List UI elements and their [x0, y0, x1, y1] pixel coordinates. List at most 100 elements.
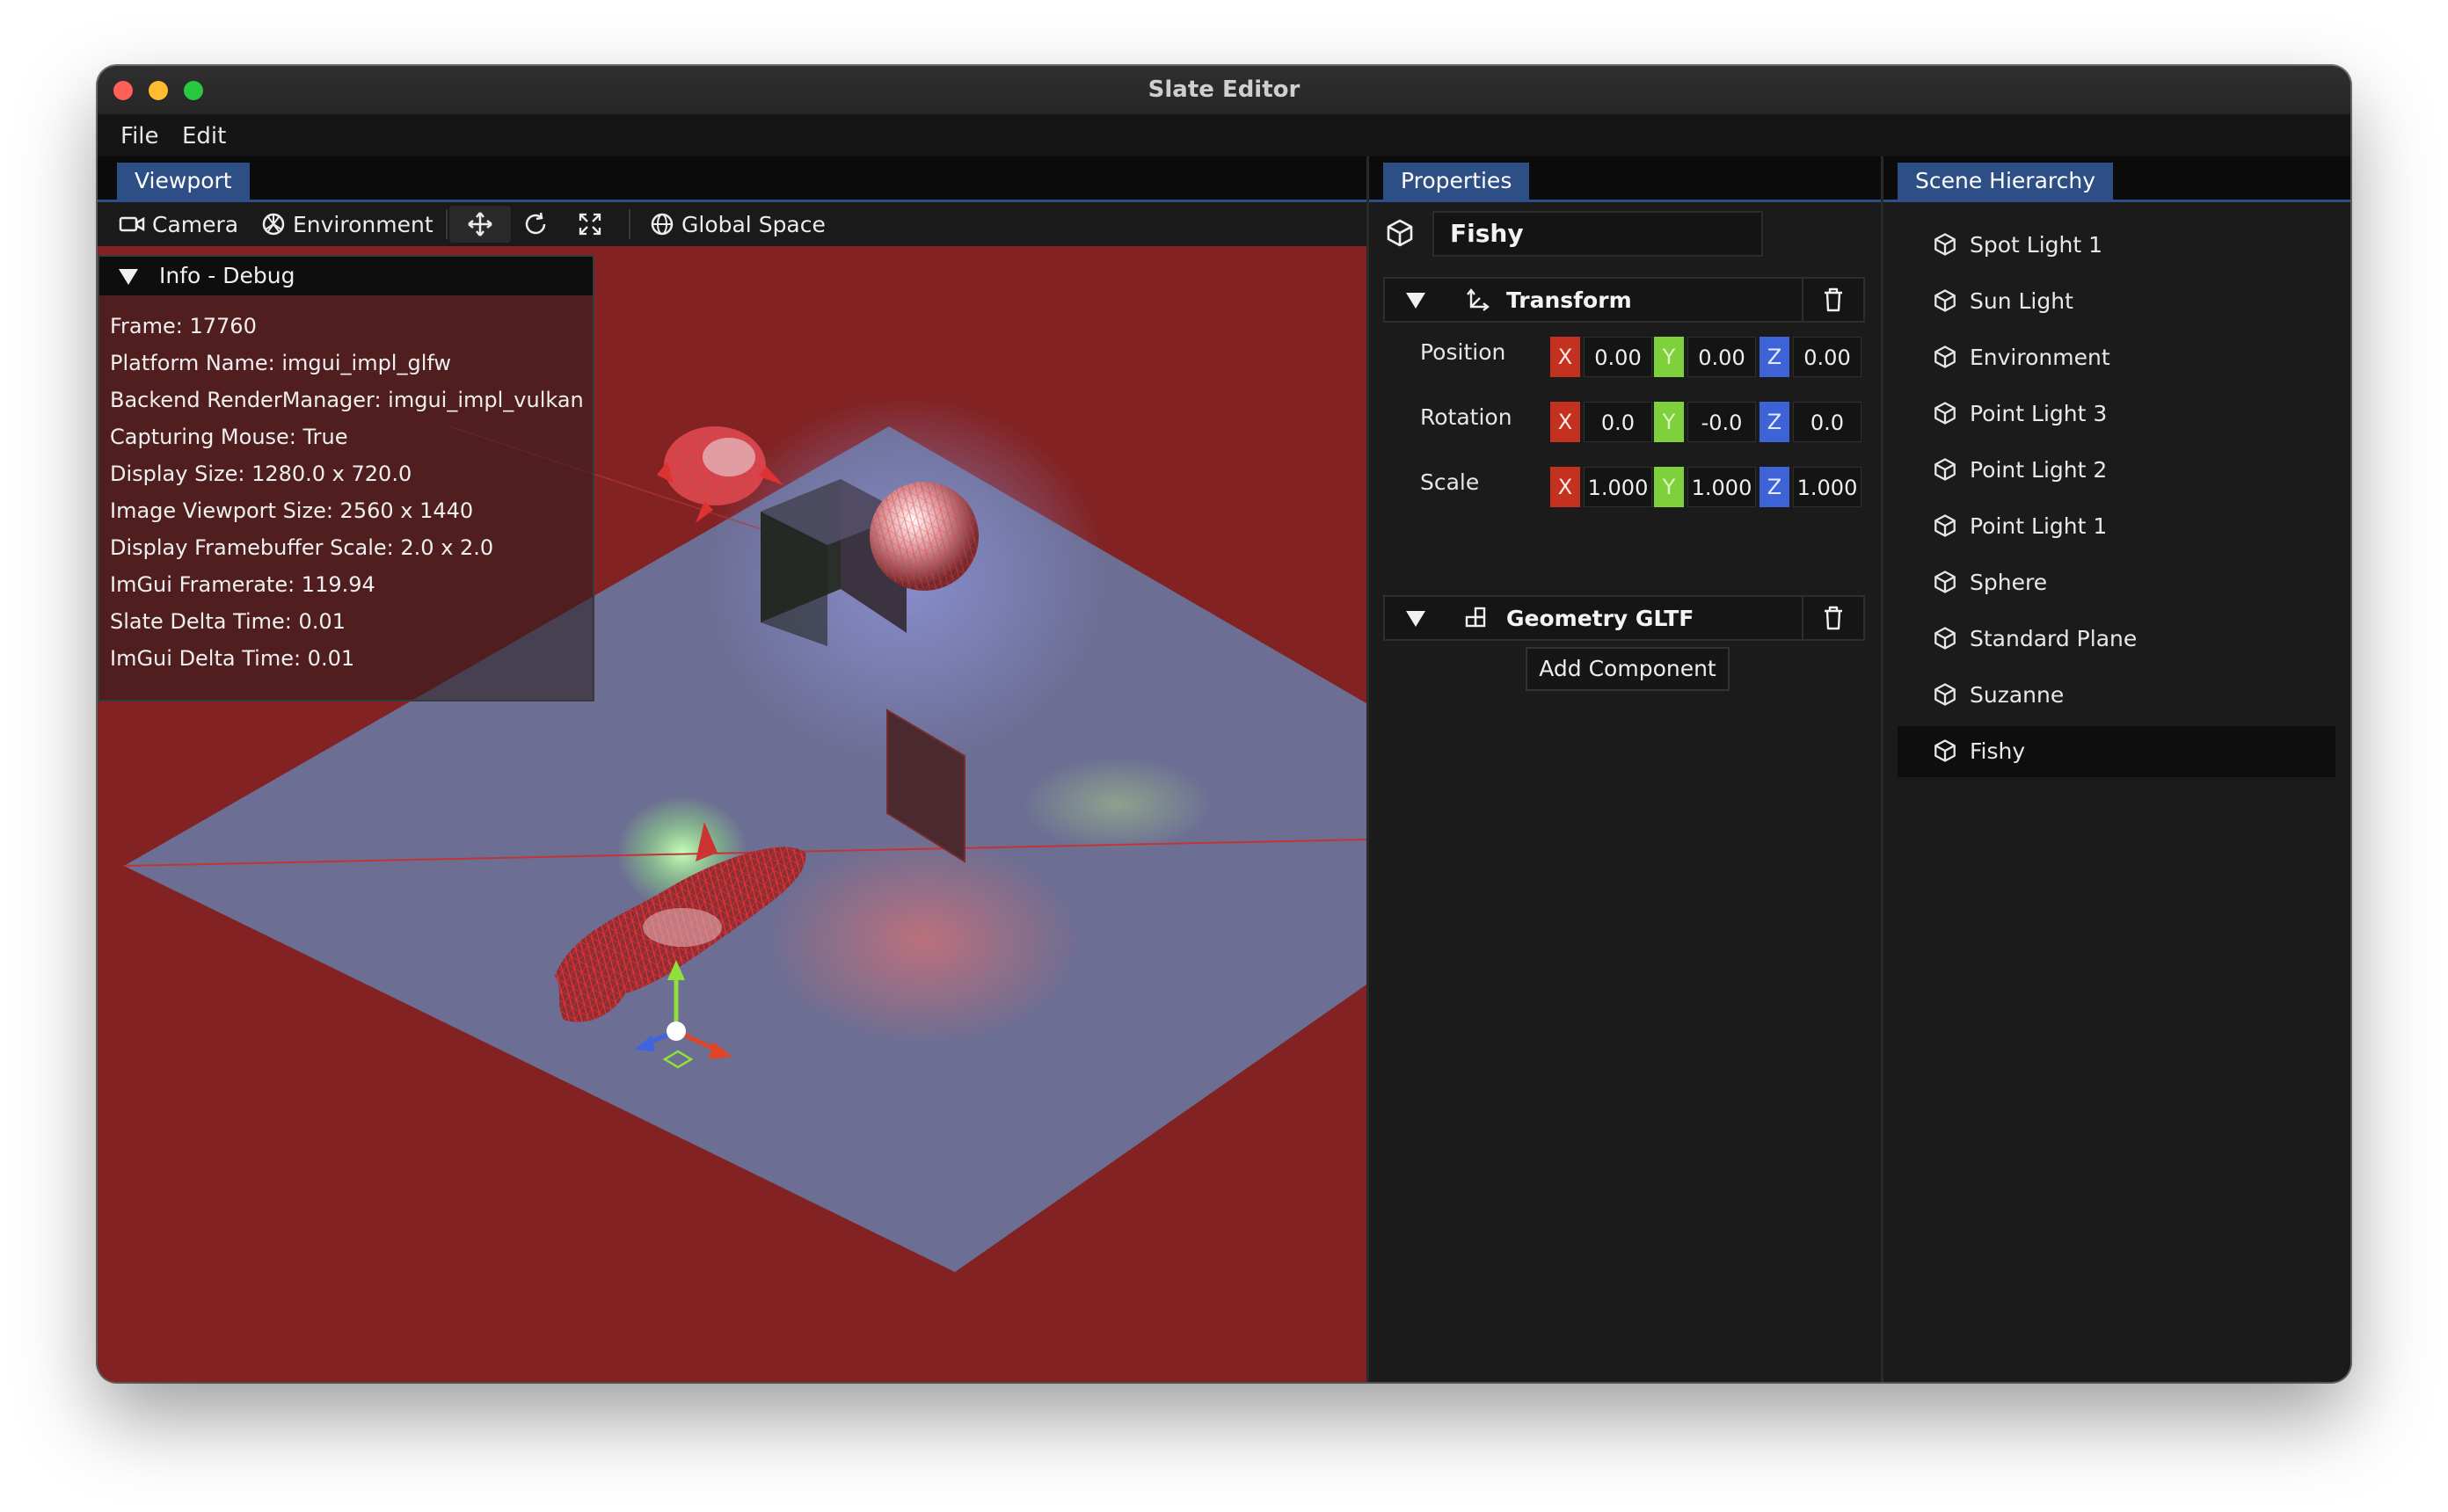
properties-tab-strip: Properties	[1369, 156, 1881, 202]
debug-line: Capturing Mouse: True	[110, 425, 348, 449]
debug-line: Slate Delta Time: 0.01	[110, 609, 346, 634]
transform-component-header[interactable]: Transform	[1383, 277, 1865, 323]
rotate-tool-button[interactable]	[523, 202, 555, 246]
collapse-triangle-icon[interactable]	[119, 269, 138, 285]
scale-y-value[interactable]: 1.000	[1687, 467, 1756, 507]
menu-file[interactable]: File	[120, 123, 159, 149]
scale-x-value[interactable]: 1.000	[1584, 467, 1652, 507]
rotation-y-field[interactable]: Y -0.0	[1654, 402, 1756, 442]
geometry-component-header[interactable]: Geometry GLTF	[1383, 595, 1865, 641]
add-component-button[interactable]: Add Component	[1526, 647, 1730, 691]
menu-bar: File Edit	[98, 114, 2350, 156]
green-light-glow	[1021, 756, 1214, 853]
debug-lines: Frame: 17760 Platform Name: imgui_impl_g…	[110, 313, 584, 682]
debug-line: Display Size: 1280.0 x 720.0	[110, 462, 412, 486]
debug-info-window[interactable]: Info - Debug Frame: 17760 Platform Name:…	[98, 255, 594, 701]
hierarchy-item-label: Spot Light 1	[1970, 232, 2103, 258]
hierarchy-item[interactable]: Standard Plane	[1898, 614, 2335, 665]
position-x-field[interactable]: X 0.00	[1550, 337, 1652, 377]
entity-cube-icon	[1934, 402, 1956, 425]
menu-edit[interactable]: Edit	[182, 123, 226, 149]
rotation-z-field[interactable]: Z 0.0	[1760, 402, 1862, 442]
position-row: Position X 0.00 Y 0.00 Z 0.00	[1383, 330, 1865, 395]
hierarchy-item[interactable]: Suzanne	[1898, 670, 2335, 721]
position-z-value[interactable]: 0.00	[1793, 337, 1862, 377]
rotation-row: Rotation X 0.0 Y -0.0 Z 0.0	[1383, 395, 1865, 460]
rotate-gizmo-icon	[525, 212, 546, 235]
tab-properties[interactable]: Properties	[1383, 163, 1530, 200]
hierarchy-item-label: Fishy	[1970, 738, 2026, 764]
rotation-y-value[interactable]: -0.0	[1687, 402, 1756, 442]
debug-line: Image Viewport Size: 2560 x 1440	[110, 498, 474, 523]
environment-button[interactable]: Environment	[261, 202, 434, 246]
hierarchy-item[interactable]: Point Light 1	[1898, 501, 2335, 552]
entity-cube-icon	[1934, 233, 1956, 256]
window-title: Slate Editor	[1148, 76, 1300, 103]
hierarchy-item-selected[interactable]: Fishy	[1898, 726, 2335, 777]
scale-z-field[interactable]: Z 1.000	[1760, 467, 1862, 507]
rotation-x-field[interactable]: X 0.0	[1550, 402, 1652, 442]
transform-title: Transform	[1506, 287, 1632, 313]
move-gizmo-icon	[468, 212, 492, 236]
z-axis-tag: Z	[1760, 337, 1789, 377]
environment-label: Environment	[293, 211, 434, 237]
scale-x-field[interactable]: X 1.000	[1550, 467, 1652, 507]
entity-name-field[interactable]: Fishy	[1432, 211, 1763, 257]
hierarchy-item[interactable]: Spot Light 1	[1898, 220, 2335, 271]
x-axis-tag: X	[1550, 402, 1580, 442]
hierarchy-tab-strip: Scene Hierarchy	[1883, 156, 2350, 202]
hierarchy-item-label: Sun Light	[1970, 288, 2073, 314]
scale-z-value[interactable]: 1.000	[1793, 467, 1862, 507]
scene-viewport[interactable]: Info - Debug Frame: 17760 Platform Name:…	[98, 246, 1366, 1382]
entity-cube-icon	[1934, 571, 1956, 593]
collapse-triangle-icon[interactable]	[1406, 293, 1425, 309]
entity-cube-icon	[1387, 219, 1413, 247]
tab-viewport[interactable]: Viewport	[117, 163, 250, 200]
position-y-field[interactable]: Y 0.00	[1654, 337, 1756, 377]
y-axis-tag: Y	[1654, 337, 1684, 377]
trash-icon	[1825, 287, 1842, 312]
viewport-tab-strip: Viewport	[98, 156, 1366, 202]
hierarchy-item[interactable]: Point Light 3	[1898, 389, 2335, 440]
hierarchy-item[interactable]: Sun Light	[1898, 276, 2335, 327]
geometry-blocks-icon	[1465, 607, 1486, 628]
space-label: Global Space	[681, 211, 826, 237]
camera-label: Camera	[152, 211, 239, 237]
delete-transform-button[interactable]	[1802, 277, 1863, 323]
debug-line: Backend RenderManager: imgui_impl_vulkan	[110, 388, 584, 412]
geometry-title: Geometry GLTF	[1506, 606, 1694, 631]
position-z-field[interactable]: Z 0.00	[1760, 337, 1862, 377]
red-light-glow	[766, 835, 1082, 1046]
x-axis-tag: X	[1550, 467, 1580, 507]
globe-icon	[651, 213, 674, 236]
y-axis-tag: Y	[1654, 467, 1684, 507]
entity-cube-icon	[1934, 627, 1956, 650]
hierarchy-item[interactable]: Sphere	[1898, 557, 2335, 608]
collapse-triangle-icon[interactable]	[1406, 611, 1425, 627]
environment-icon	[262, 213, 285, 236]
position-y-value[interactable]: 0.00	[1687, 337, 1756, 377]
position-x-value[interactable]: 0.00	[1584, 337, 1652, 377]
toolbar-separator	[446, 209, 448, 239]
tab-scene-hierarchy[interactable]: Scene Hierarchy	[1898, 163, 2114, 200]
entity-cube-icon	[1934, 458, 1956, 481]
rotation-x-value[interactable]: 0.0	[1584, 402, 1652, 442]
hierarchy-item-label: Point Light 2	[1970, 457, 2108, 483]
toolbar-separator	[629, 209, 630, 239]
space-toggle-button[interactable]: Global Space	[650, 202, 826, 246]
scale-row: Scale X 1.000 Y 1.000 Z 1.000	[1383, 460, 1865, 525]
scale-tool-button[interactable]	[578, 202, 609, 246]
camera-button[interactable]: Camera	[119, 202, 238, 246]
scale-gizmo-icon	[579, 213, 601, 236]
delete-geometry-button[interactable]	[1802, 595, 1863, 641]
hierarchy-item[interactable]: Environment	[1898, 332, 2335, 383]
scale-y-field[interactable]: Y 1.000	[1654, 467, 1756, 507]
entity-cube-icon	[1934, 739, 1956, 762]
hierarchy-item[interactable]: Point Light 2	[1898, 445, 2335, 496]
debug-line: Frame: 17760	[110, 314, 257, 338]
move-tool-button[interactable]	[467, 202, 500, 246]
debug-window-header[interactable]: Info - Debug	[99, 257, 593, 295]
rotation-z-value[interactable]: 0.0	[1793, 402, 1862, 442]
z-axis-tag: Z	[1760, 467, 1789, 507]
z-axis-tag: Z	[1760, 402, 1789, 442]
